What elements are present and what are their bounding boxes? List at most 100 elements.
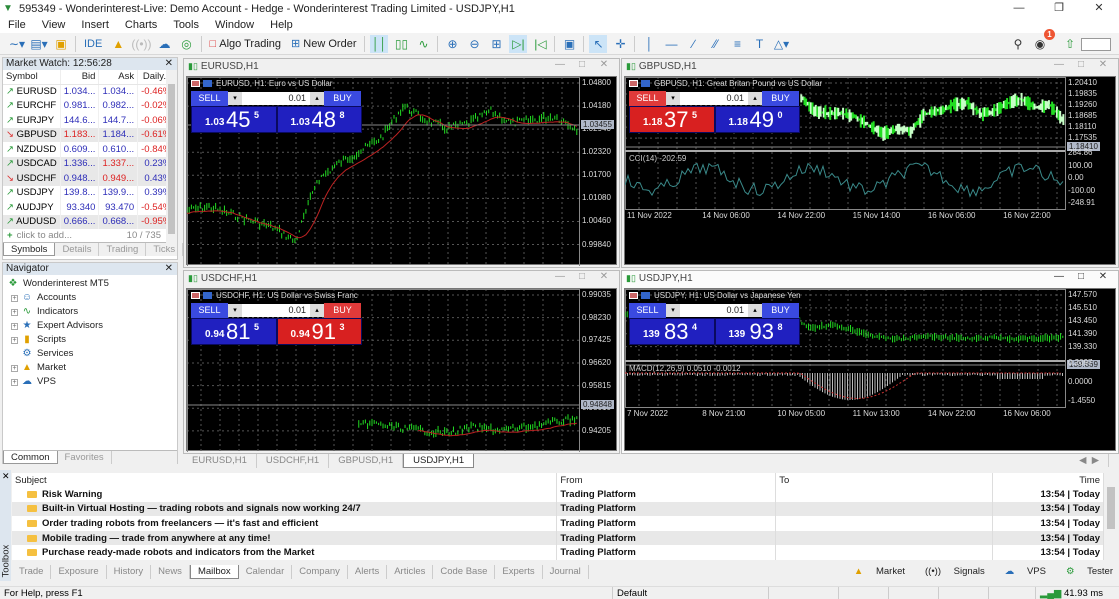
col-from[interactable]: From xyxy=(556,473,777,487)
tile-windows-icon[interactable]: ⊞ xyxy=(487,35,505,53)
maximize-button[interactable]: □ xyxy=(1070,271,1092,282)
nav-item-scripts[interactable]: + ▮ Scripts xyxy=(7,333,177,347)
toolbar-search-field[interactable] xyxy=(1081,37,1111,51)
chart-tab-gbpusd[interactable]: GBPUSD,H1 xyxy=(329,454,404,468)
col-subject[interactable]: Subject xyxy=(12,473,558,487)
decrease-lot-button[interactable]: ▾ xyxy=(228,92,242,105)
screenshot-icon[interactable]: ▣ xyxy=(560,35,578,53)
nav-item-services[interactable]: ⚙ Services xyxy=(7,347,177,361)
lot-size-stepper[interactable]: ▾ 0.01 ▴ xyxy=(228,92,324,105)
tab-news[interactable]: News xyxy=(151,565,190,579)
market-deposit-icon[interactable]: ▣ xyxy=(52,35,70,53)
zoom-out-icon[interactable]: ⊖ xyxy=(465,35,483,53)
chart-tab-usdjpy[interactable]: USDJPY,H1 xyxy=(403,454,475,468)
expand-icon[interactable]: + xyxy=(11,378,18,386)
equidistant-channel-icon[interactable]: ⁄⁄ xyxy=(706,35,724,53)
chart-window-titlebar[interactable]: ▮▯ USDJPY,H1 — □ ✕ xyxy=(622,271,1118,285)
price-chart[interactable]: 0.990350.982300.974250.966200.958150.950… xyxy=(186,288,617,464)
one-click-trading-icon[interactable] xyxy=(629,292,638,299)
menu-window[interactable]: Window xyxy=(207,19,262,31)
lot-size-input[interactable]: 0.01 xyxy=(680,304,748,317)
new-order-button[interactable]: ⊞ New Order xyxy=(288,35,359,53)
chart-tab-eurusd[interactable]: EURUSD,H1 xyxy=(183,454,257,468)
sell-button[interactable]: SELL xyxy=(629,91,666,106)
mail-row[interactable]: Order trading robots from freelancers — … xyxy=(12,516,1104,531)
lot-size-stepper[interactable]: ▾ 0.01 ▴ xyxy=(666,92,762,105)
nav-root[interactable]: ❖ Wonderinterest MT5 xyxy=(7,277,177,291)
lot-size-stepper[interactable]: ▾ 0.01 ▴ xyxy=(666,304,762,317)
tab-trading[interactable]: Trading xyxy=(99,243,147,256)
trendline-icon[interactable]: ∕ xyxy=(684,35,702,53)
text-tool-icon[interactable]: T xyxy=(750,35,768,53)
tab-experts[interactable]: Experts xyxy=(495,565,543,579)
horizontal-line-icon[interactable]: — xyxy=(662,35,680,53)
depth-of-market-icon[interactable] xyxy=(203,80,212,87)
tab-company[interactable]: Company xyxy=(292,565,348,579)
signals-icon[interactable]: ((•)) xyxy=(131,35,151,53)
buy-button[interactable]: BUY xyxy=(762,91,799,106)
minimize-button[interactable]: — xyxy=(549,271,571,282)
minimize-button[interactable]: — xyxy=(999,0,1039,17)
menu-view[interactable]: View xyxy=(34,19,74,31)
decrease-lot-button[interactable]: ▾ xyxy=(666,92,680,105)
one-click-trading-icon[interactable] xyxy=(629,80,638,87)
menu-insert[interactable]: Insert xyxy=(73,19,117,31)
zoom-in-icon[interactable]: ⊕ xyxy=(443,35,461,53)
vertical-line-icon[interactable]: │ xyxy=(640,35,658,53)
restore-button[interactable]: ❐ xyxy=(1039,0,1079,17)
one-click-trading-icon[interactable] xyxy=(191,292,200,299)
price-chart[interactable]: 1.048001.041801.029401.023201.017001.010… xyxy=(186,76,617,278)
col-time[interactable]: Time xyxy=(992,473,1104,487)
price-chart[interactable]: 1.20410 1.19835 1.19260 1.18685 1.18110 1.175… xyxy=(624,76,1116,265)
shapes-dropdown-icon[interactable]: △▾ xyxy=(772,35,790,53)
nav-item-vps[interactable]: + ☁ VPS xyxy=(7,375,177,389)
lot-size-stepper[interactable]: ▾ 0.01 ▴ xyxy=(228,304,324,317)
buy-button[interactable]: BUY xyxy=(324,303,361,318)
tab-exposure[interactable]: Exposure xyxy=(51,565,107,579)
increase-lot-button[interactable]: ▴ xyxy=(748,304,762,317)
market-link[interactable]: ▲ Market xyxy=(844,566,905,577)
candlestick-chart-icon[interactable]: ▯▯ xyxy=(392,35,410,53)
maximize-button[interactable]: □ xyxy=(571,59,593,70)
mail-row[interactable]: Risk Warning Trading Platform 13:54 | Toda… xyxy=(12,487,1104,502)
chart-window-titlebar[interactable]: ▮▯ USDCHF,H1 — □ ✕ xyxy=(184,271,619,285)
tab-history[interactable]: History xyxy=(107,565,152,579)
tab-common[interactable]: Common xyxy=(3,451,58,464)
close-button[interactable]: ✕ xyxy=(1092,271,1114,282)
sell-price-button[interactable]: 1.18 37 5 xyxy=(629,106,715,133)
bar-chart-icon[interactable]: ││ xyxy=(370,34,389,53)
close-button[interactable]: ✕ xyxy=(593,271,615,282)
tab-articles[interactable]: Articles xyxy=(387,565,434,579)
market-watch-row[interactable]: ↗ USDJPY 139.8... 139.9... 0.39% xyxy=(3,185,176,200)
auto-scroll-icon[interactable]: ▷| xyxy=(509,34,528,53)
ide-button[interactable]: IDE xyxy=(81,35,105,53)
tab-trade[interactable]: Trade xyxy=(12,565,52,579)
tab-journal[interactable]: Journal xyxy=(543,565,589,579)
col-bid[interactable]: Bid xyxy=(60,70,100,85)
chart-window-titlebar[interactable]: ▮▯ EURUSD,H1 — □ ✕ xyxy=(184,59,619,73)
market-watch-row[interactable]: ↗ EURJPY 144.6... 144.7... -0.06% xyxy=(3,113,176,128)
expand-icon[interactable]: + xyxy=(11,294,18,302)
search-icon[interactable]: ⚲ xyxy=(1009,35,1027,53)
connection-status[interactable]: ▂▄▆ 41.93 ms xyxy=(1035,587,1103,599)
col-to[interactable]: To xyxy=(775,473,994,487)
market-watch-row[interactable]: ↗ AUDJPY 93.340 93.470 -0.54% xyxy=(3,200,176,215)
one-click-trading-icon[interactable] xyxy=(191,80,200,87)
tab-calendar[interactable]: Calendar xyxy=(239,565,293,579)
sell-price-button[interactable]: 1.03 45 5 xyxy=(191,106,277,133)
increase-lot-button[interactable]: ▴ xyxy=(310,304,324,317)
menu-help[interactable]: Help xyxy=(262,19,301,31)
expand-icon[interactable]: + xyxy=(11,322,18,330)
expand-icon[interactable]: + xyxy=(11,364,18,372)
signals-link[interactable]: ((•)) Signals xyxy=(915,566,985,577)
col-symbol[interactable]: Symbol xyxy=(3,70,61,85)
menu-file[interactable]: File xyxy=(0,19,34,31)
close-button[interactable]: ✕ xyxy=(1079,0,1119,17)
market-watch-scrollbar[interactable] xyxy=(166,70,177,246)
level-icon[interactable]: ⇧ xyxy=(1061,35,1079,53)
col-ask[interactable]: Ask xyxy=(98,70,139,85)
buy-price-button[interactable]: 0.94 91 3 xyxy=(276,318,362,345)
maximize-button[interactable]: □ xyxy=(571,271,593,282)
sell-button[interactable]: SELL xyxy=(191,303,228,318)
cursor-icon[interactable]: ↖ xyxy=(589,34,608,53)
